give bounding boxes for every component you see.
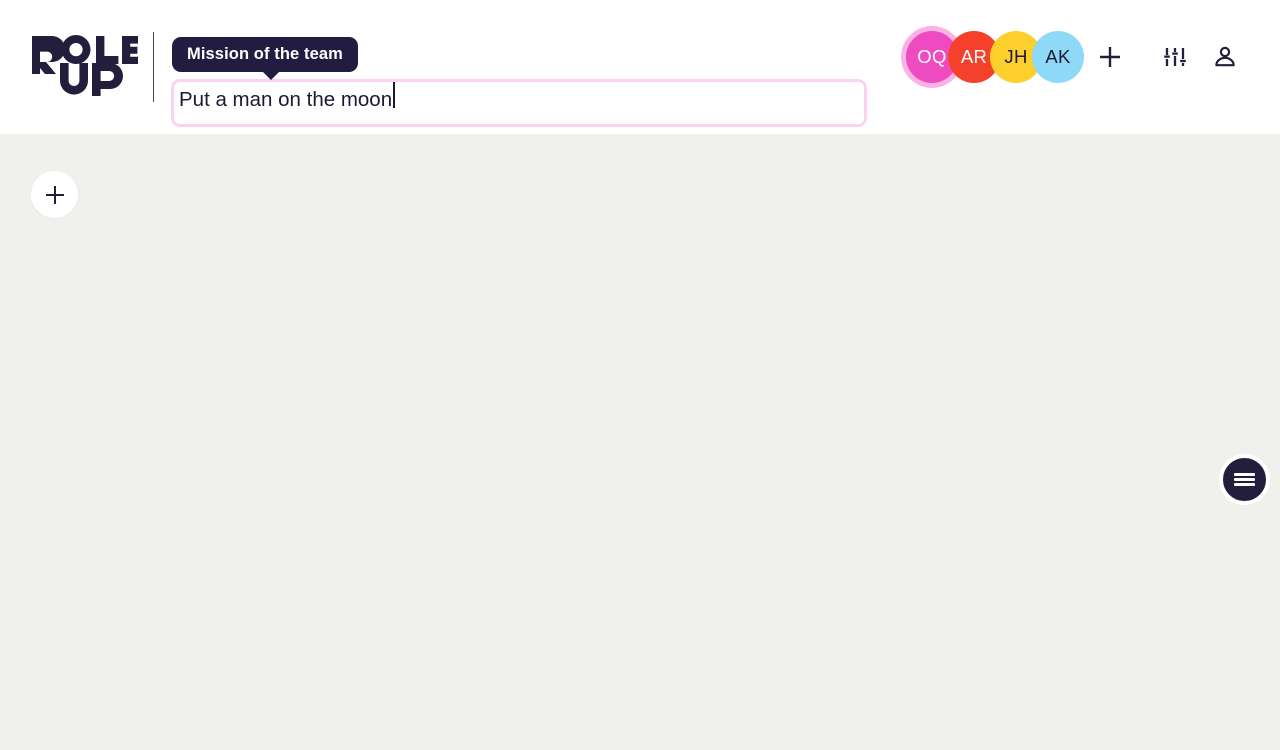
avatar-ak[interactable]: AK	[1032, 31, 1084, 83]
mission-tooltip: Mission of the team	[172, 37, 358, 80]
plus-icon	[1100, 47, 1120, 67]
roleup-logo[interactable]	[30, 34, 138, 98]
account-button[interactable]	[1208, 40, 1242, 74]
mission-input[interactable]	[174, 82, 864, 124]
menu-fab-button[interactable]	[1219, 454, 1270, 505]
person-icon	[1215, 46, 1235, 67]
add-member-button[interactable]	[1093, 40, 1127, 74]
settings-button[interactable]	[1158, 40, 1192, 74]
mission-input-wrapper[interactable]	[171, 79, 867, 127]
header-divider	[153, 32, 154, 102]
workspace-canvas[interactable]	[0, 134, 1280, 750]
app-root: Mission of the team OQ AR JH AK	[0, 0, 1280, 750]
tune-icon	[1164, 48, 1186, 66]
plus-icon	[45, 185, 64, 204]
canvas-add-button[interactable]	[31, 171, 78, 218]
hamburger-menu-icon	[1234, 470, 1255, 488]
text-caret	[393, 82, 395, 108]
app-header: Mission of the team OQ AR JH AK	[0, 0, 1280, 134]
